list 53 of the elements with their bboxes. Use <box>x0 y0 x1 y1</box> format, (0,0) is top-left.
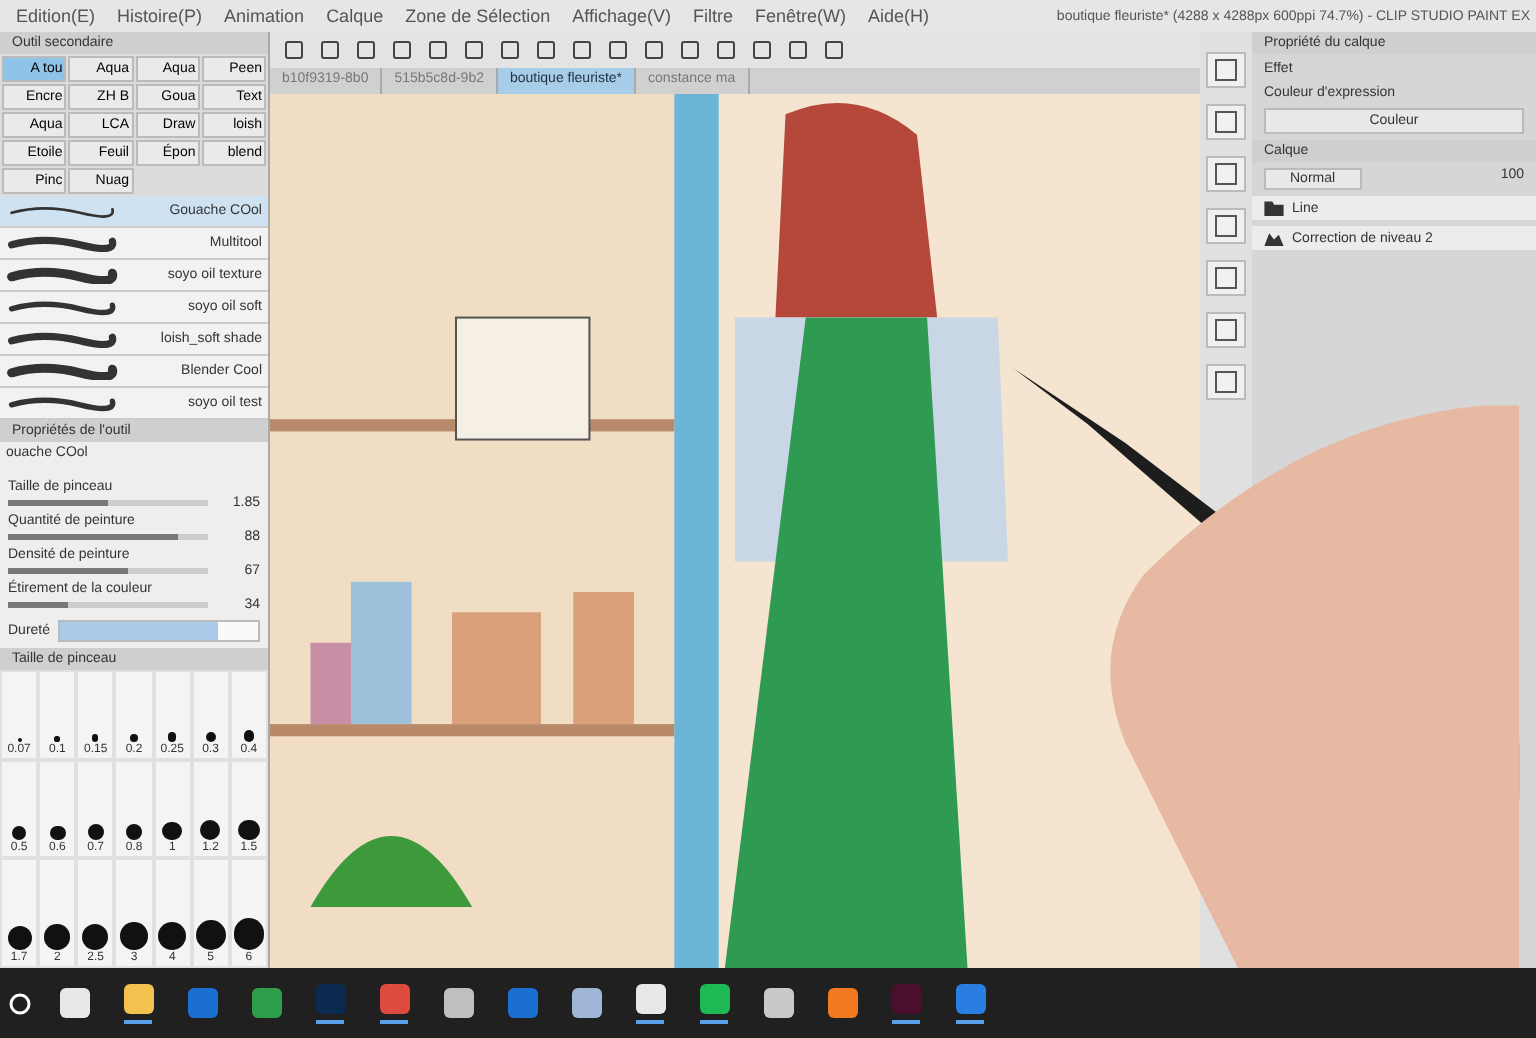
square-icon <box>500 40 520 60</box>
menu-item[interactable]: Calque <box>326 6 384 26</box>
square-icon <box>1214 318 1238 342</box>
panel-icon-button[interactable] <box>1206 104 1246 140</box>
square-icon <box>320 40 340 60</box>
panel-icon-button[interactable] <box>1206 52 1246 88</box>
menu-item[interactable]: Filtre <box>693 6 734 26</box>
brush-stroke-icon <box>6 362 118 380</box>
menu-item[interactable]: Fenêtre(W) <box>755 6 847 26</box>
square-icon <box>680 40 700 60</box>
square-icon <box>1214 58 1238 82</box>
menu-item[interactable]: Histoire(P) <box>117 6 203 26</box>
menu-item[interactable]: Aide(H) <box>868 6 930 26</box>
square-icon <box>464 40 484 60</box>
brush-stroke-icon <box>6 266 118 284</box>
menu-item[interactable]: Zone de Sélection <box>405 6 551 26</box>
square-icon <box>1214 266 1238 290</box>
brush-stroke-icon <box>6 234 118 252</box>
square-icon <box>788 40 808 60</box>
square-icon <box>1214 214 1238 238</box>
square-icon <box>716 40 736 60</box>
square-icon <box>824 40 844 60</box>
brush-stroke-icon <box>6 298 118 316</box>
square-icon <box>752 40 772 60</box>
setting-slider[interactable] <box>8 568 208 574</box>
menu-item[interactable]: Affichage(V) <box>572 6 672 26</box>
brush-stroke-icon <box>6 330 118 348</box>
square-icon <box>1214 370 1238 394</box>
menu-item[interactable]: Edition(E) <box>16 6 96 26</box>
search-icon[interactable] <box>8 991 32 1015</box>
square-icon <box>284 40 304 60</box>
panel-icon-button[interactable] <box>1206 156 1246 192</box>
square-icon <box>428 40 448 60</box>
square-icon <box>644 40 664 60</box>
square-icon <box>536 40 556 60</box>
panel-icon-button[interactable] <box>1206 208 1246 244</box>
folder-icon <box>1264 200 1284 216</box>
panel-icon-button[interactable] <box>1206 364 1246 400</box>
square-icon <box>572 40 592 60</box>
panel-icon-button[interactable] <box>1206 312 1246 348</box>
square-icon <box>608 40 628 60</box>
histogram-icon <box>1264 230 1284 246</box>
setting-slider[interactable] <box>8 500 208 506</box>
square-icon <box>1214 162 1238 186</box>
square-icon <box>1214 110 1238 134</box>
square-icon <box>356 40 376 60</box>
panel-icon-button[interactable] <box>1206 260 1246 296</box>
setting-slider[interactable] <box>8 602 208 608</box>
square-icon <box>392 40 412 60</box>
brush-stroke-icon <box>6 394 118 412</box>
menu-item[interactable]: Animation <box>224 6 305 26</box>
hardness-slider[interactable] <box>58 620 260 642</box>
brush-stroke-icon <box>6 202 118 220</box>
